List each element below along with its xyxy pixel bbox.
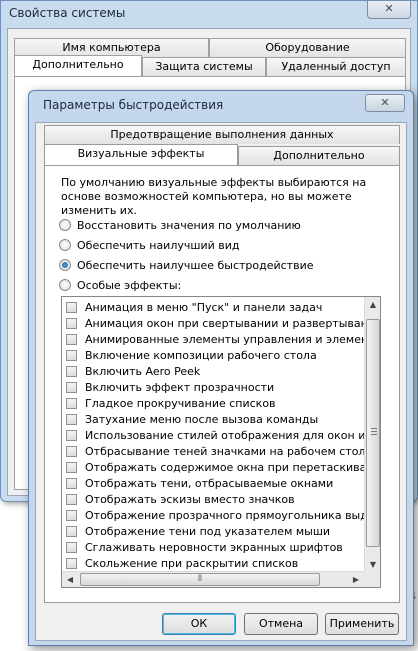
radio-label: Восстановить значения по умолчанию [77,218,301,232]
tab-system-protection[interactable]: Защита системы [142,57,266,76]
effect-checkbox[interactable] [66,461,77,473]
tab-advanced-system[interactable]: Дополнительно [14,55,142,76]
radio-best-performance[interactable]: Обеспечить наилучшее быстродействие [59,258,313,272]
performance-options-window: Параметры быстродействия ✕ Предотвращени… [28,90,414,646]
radio-button[interactable] [59,239,71,251]
effect-label: Отображение прозрачного прямоугольника в… [85,508,364,522]
effect-item[interactable]: Включить эффект прозрачности [62,379,364,395]
effect-item[interactable]: Скольжение при раскрытии списков [62,555,364,571]
vertical-scroll-thumb[interactable] [366,319,380,547]
effect-label: Включить Aero Peek [85,364,201,378]
radio-button-selected[interactable] [59,259,71,271]
effect-item[interactable]: Анимация в меню "Пуск" и панели задач [62,299,364,315]
effect-label: Скольжение при раскрытии списков [85,556,299,570]
scroll-up-arrow-icon[interactable]: ▲ [365,297,380,313]
effect-label: Сглаживать неровности экранных шрифтов [85,540,343,554]
effect-checkbox[interactable] [66,333,77,345]
tab-advanced[interactable]: Дополнительно [238,146,400,165]
effect-item[interactable]: Отбрасывание теней значками на рабочем с… [62,443,364,459]
effect-label: Анимированные элементы управления и элем… [85,332,364,346]
effect-item[interactable]: Затухание меню после вызова команды [62,411,364,427]
effect-item[interactable]: Использование стилей отображения для око… [62,427,364,443]
effect-item[interactable]: Анимация окон при свертывании и разверты… [62,315,364,331]
effect-label: Отображать содержимое окна при перетаски… [85,460,364,474]
ok-button[interactable]: ОК [162,613,236,635]
radio-button[interactable] [59,219,71,231]
effect-label: Анимация окон при свертывании и разверты… [85,316,364,330]
effect-item[interactable]: Включение композиции рабочего стола [62,347,364,363]
effect-checkbox[interactable] [66,445,77,457]
tab-remote-access[interactable]: Удаленный доступ [266,57,406,76]
effect-label: Гладкое прокручивание списков [85,396,276,410]
horizontal-scrollbar[interactable]: ◀ ⦀ ▶ [62,571,364,587]
effect-checkbox[interactable] [66,413,77,425]
visual-effects-panel: По умолчанию визуальные эффекты выбирают… [44,165,400,603]
effect-item[interactable]: Отображать эскизы вместо значков [62,491,364,507]
scroll-right-arrow-icon[interactable]: ▶ [348,572,364,587]
effect-item[interactable]: Отображение тени под указателем мыши [62,523,364,539]
effect-item[interactable]: Анимированные элементы управления и элем… [62,331,364,347]
performance-options-title: Параметры быстродействия [43,98,224,112]
effects-list-items: Анимация в меню "Пуск" и панели задач Ани… [62,299,364,573]
tab-visual-effects[interactable]: Визуальные эффекты [44,144,238,165]
effect-item[interactable]: Отображать тени, отбрасываемые окнами [62,475,364,491]
effect-label: Использование стилей отображения для око… [85,428,364,442]
tab-hardware[interactable]: Оборудование [209,38,406,57]
effect-label: Включение композиции рабочего стола [85,348,317,362]
effect-label: Затухание меню после вызова команды [85,412,319,426]
radio-label: Особые эффекты: [77,278,182,292]
effect-checkbox[interactable] [66,301,77,313]
radio-restore-defaults[interactable]: Восстановить значения по умолчанию [59,218,301,232]
effect-label: Отображать эскизы вместо значков [85,492,295,506]
description-text: По умолчанию визуальные эффекты выбирают… [61,176,367,217]
effect-checkbox[interactable] [66,509,77,521]
effect-checkbox[interactable] [66,557,77,569]
radio-best-appearance[interactable]: Обеспечить наилучший вид [59,238,239,252]
system-properties-title: Свойства системы [9,6,126,20]
effect-checkbox[interactable] [66,381,77,393]
effect-checkbox[interactable] [66,397,77,409]
grip-line [371,428,377,429]
grip-line [371,431,377,432]
radio-custom[interactable]: Особые эффекты: [59,278,181,292]
radio-label: Обеспечить наилучшее быстродействие [77,258,314,272]
grip-line [371,434,377,435]
effect-checkbox[interactable] [66,365,77,377]
effect-checkbox[interactable] [66,349,77,361]
effect-item[interactable]: Сглаживать неровности экранных шрифтов [62,539,364,555]
radio-button[interactable] [59,279,71,291]
effect-label: Отображение тени под указателем мыши [85,524,331,538]
horizontal-scroll-thumb[interactable]: ⦀ [80,573,320,586]
effect-label: Включить эффект прозрачности [85,380,275,394]
effect-label: Отбрасывание теней значками на рабочем с… [85,444,364,458]
effect-item[interactable]: Отображать содержимое окна при перетаски… [62,459,364,475]
effect-checkbox[interactable] [66,525,77,537]
scrollbar-corner [364,571,380,587]
scroll-left-arrow-icon[interactable]: ◀ [62,572,78,587]
vertical-scrollbar[interactable]: ▲ ▼ [364,297,380,573]
cancel-button[interactable]: Отмена [244,613,318,635]
effect-label: Отображать тени, отбрасываемые окнами [85,476,334,490]
effect-item[interactable]: Гладкое прокручивание списков [62,395,364,411]
system-properties-close-button[interactable]: ✕ [367,1,411,19]
effect-checkbox[interactable] [66,429,77,441]
effects-list[interactable]: Анимация в меню "Пуск" и панели задач Ани… [61,296,381,588]
performance-options-body: Предотвращение выполнения данных Визуаль… [35,122,407,641]
effect-item[interactable]: Отображение прозрачного прямоугольника в… [62,507,364,523]
radio-label: Обеспечить наилучший вид [77,238,240,252]
effect-checkbox[interactable] [66,317,77,329]
effect-item[interactable]: Включить Aero Peek [62,363,364,379]
apply-button[interactable]: Применить [325,613,399,635]
effect-checkbox[interactable] [66,477,77,489]
effect-label: Анимация в меню "Пуск" и панели задач [85,300,323,314]
tab-data-execution-prevention[interactable]: Предотвращение выполнения данных [44,125,400,144]
effect-checkbox[interactable] [66,541,77,553]
effect-checkbox[interactable] [66,493,77,505]
performance-options-close-button[interactable]: ✕ [365,94,405,112]
